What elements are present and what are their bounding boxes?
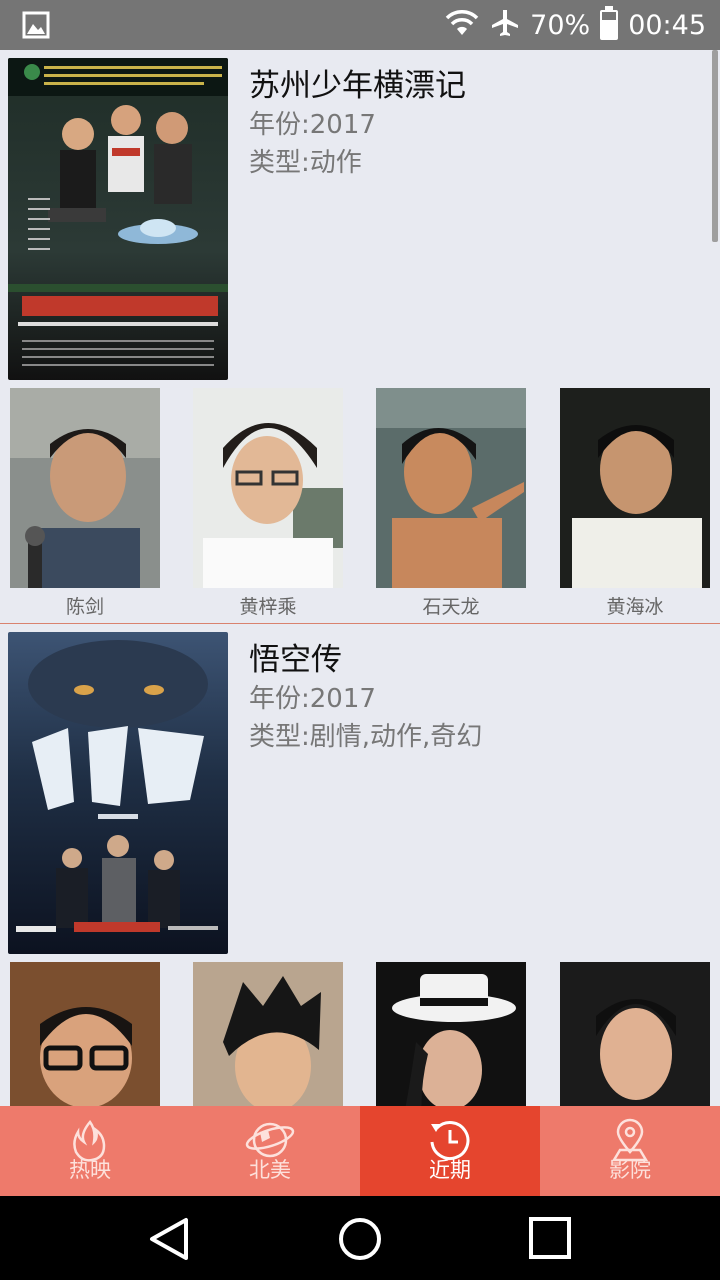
actor-name: 黄梓乘 xyxy=(239,596,297,618)
movie-genre: 类型:剧情,动作,奇幻 xyxy=(249,722,483,752)
movie-poster[interactable] xyxy=(8,632,228,954)
back-icon[interactable] xyxy=(146,1214,196,1264)
tab-cinemas[interactable]: 影院 xyxy=(540,1106,720,1196)
cast-member[interactable]: 石天龙 xyxy=(376,388,526,619)
actor-name: 陈剑 xyxy=(65,596,104,618)
cast-member[interactable]: 黄海冰 xyxy=(560,388,710,619)
actor-name: 石天龙 xyxy=(422,596,480,618)
cast-member[interactable] xyxy=(376,962,526,1106)
tab-now-showing[interactable]: 热映 xyxy=(0,1106,180,1196)
wifi-icon xyxy=(444,9,480,41)
globe-icon xyxy=(244,1118,296,1164)
movie-item[interactable]: 苏州少年横漂记 年份:2017 类型:动作 陈剑 黄梓乘 石天龙 黄海冰 xyxy=(0,50,720,624)
cast-member[interactable] xyxy=(193,962,343,1106)
clock-time: 00:45 xyxy=(628,9,706,41)
actor-photo[interactable] xyxy=(193,388,343,588)
gallery-icon xyxy=(22,11,50,43)
battery-percent: 70% xyxy=(530,9,591,41)
system-navigation-bar xyxy=(0,1196,720,1280)
recents-icon[interactable] xyxy=(526,1214,576,1264)
scrollbar[interactable] xyxy=(712,50,718,242)
movie-title[interactable]: 苏州少年横漂记 xyxy=(249,60,466,105)
cast-member[interactable]: 黄梓乘 xyxy=(193,388,343,619)
cast-row: 陈剑 黄梓乘 石天龙 黄海冰 xyxy=(0,388,720,620)
cast-member[interactable] xyxy=(10,962,160,1106)
movie-year: 年份:2017 xyxy=(249,684,376,714)
actor-name: 黄海冰 xyxy=(606,596,664,618)
home-icon[interactable] xyxy=(335,1214,385,1264)
movie-title[interactable]: 悟空传 xyxy=(249,634,342,679)
actor-photo[interactable] xyxy=(10,388,160,588)
tab-north-america[interactable]: 北美 xyxy=(180,1106,360,1196)
movie-poster[interactable] xyxy=(8,58,228,380)
actor-photo[interactable] xyxy=(376,388,526,588)
actor-photo[interactable] xyxy=(193,962,343,1106)
actor-photo[interactable] xyxy=(376,962,526,1106)
movie-list[interactable]: 苏州少年横漂记 年份:2017 类型:动作 陈剑 黄梓乘 石天龙 黄海冰 悟空传… xyxy=(0,50,720,1106)
airplane-mode-icon xyxy=(490,8,520,42)
clock-refresh-icon xyxy=(427,1118,473,1168)
cast-row xyxy=(0,962,720,1106)
battery-icon xyxy=(600,6,619,40)
status-bar: 70% 00:45 xyxy=(0,0,720,50)
actor-photo[interactable] xyxy=(10,962,160,1106)
cast-member[interactable] xyxy=(560,962,710,1106)
bottom-tab-bar: 热映 北美 近期 影院 xyxy=(0,1106,720,1196)
tab-upcoming[interactable]: 近期 xyxy=(360,1106,540,1196)
flame-icon xyxy=(70,1118,110,1166)
actor-photo[interactable] xyxy=(560,388,710,588)
movie-item[interactable]: 悟空传 年份:2017 类型:剧情,动作,奇幻 xyxy=(0,624,720,1106)
movie-year: 年份:2017 xyxy=(249,110,376,140)
cast-member[interactable]: 陈剑 xyxy=(10,388,160,619)
location-pin-icon xyxy=(610,1118,650,1166)
movie-genre: 类型:动作 xyxy=(249,148,362,178)
actor-photo[interactable] xyxy=(560,962,710,1106)
